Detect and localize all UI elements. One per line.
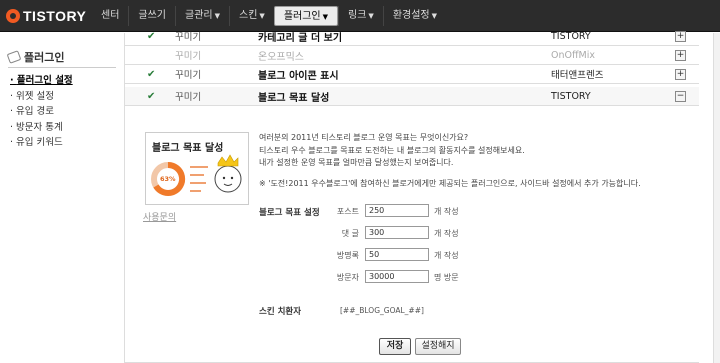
plugin-author: 태터앤프렌즈 xyxy=(551,70,604,81)
enabled-check-icon: ✔ xyxy=(147,68,156,80)
visitors-input[interactable]: 30000 xyxy=(365,270,429,283)
plugin-name: 블로그 목표 달성 xyxy=(258,92,330,104)
plugin-author: TISTORY xyxy=(551,90,591,102)
menu-settings[interactable]: 환경설정 ▼ xyxy=(382,6,446,26)
enabled-check-icon: ✔ xyxy=(147,90,156,102)
menu-label: 글쓰기 xyxy=(138,10,167,21)
sidebar-item-referrers[interactable]: · 유입 경로 xyxy=(10,104,73,120)
plugin-category: 꾸미기 xyxy=(175,70,202,81)
expand-button[interactable]: + xyxy=(675,49,686,61)
skin-tag-label: 스킨 치환자 xyxy=(259,307,302,317)
thumbnail-percent: 63% xyxy=(160,175,176,183)
sidebar-item-keywords[interactable]: · 유입 키워드 xyxy=(10,135,73,151)
sidebar: 플러그인 · 플러그인 설정 · 위젯 설정 · 유입 경로 · 방문자 통계 … xyxy=(0,33,124,363)
plugin-row[interactable]: 꾸미기 온오프믹스 OnOffMix + xyxy=(125,46,699,65)
visitors-label: 방문자 xyxy=(336,273,359,282)
divider xyxy=(8,67,116,68)
plugin-row[interactable]: ✔ 꾸미기 카테고리 글 더 보기 TISTORY + xyxy=(125,27,699,46)
sidebar-item-visitor-stats[interactable]: · 방문자 통계 xyxy=(10,120,73,136)
guestbook-unit: 개 작성 xyxy=(434,251,459,260)
plugin-row[interactable]: ✔ 꾸미기 블로그 아이콘 표시 태터앤프렌즈 + xyxy=(125,65,699,84)
sidebar-title-label: 플러그인 xyxy=(24,51,65,64)
logo-icon xyxy=(6,9,20,23)
menu-post-manage[interactable]: 글관리 ▼ xyxy=(175,6,229,26)
visitors-unit: 명 방문 xyxy=(434,273,459,282)
sidebar-title: 플러그인 xyxy=(6,49,65,65)
enabled-check-icon: ✔ xyxy=(147,30,156,42)
menu-label: 링크 xyxy=(348,10,367,21)
thumbnail-title: 블로그 목표 달성 xyxy=(152,143,224,154)
sidebar-item-label: 플러그인 설정 xyxy=(16,75,73,86)
sidebar-item-widget-settings[interactable]: · 위젯 설정 xyxy=(10,89,73,105)
menu-center[interactable]: 센터 xyxy=(92,6,128,26)
plugin-note: ※ '도전!2011 우수블로그'에 참여하신 블로거에게만 제공되는 플러그인… xyxy=(259,179,641,188)
plugin-name: 온오프믹스 xyxy=(258,51,304,63)
menu-label: 스킨 xyxy=(239,10,258,21)
chevron-down-icon: ▼ xyxy=(322,13,329,21)
menu-skin[interactable]: 스킨 ▼ xyxy=(229,6,274,26)
menu-link[interactable]: 링크 ▼ xyxy=(338,6,383,26)
main-menu: 센터 글쓰기 글관리 ▼ 스킨 ▼ 플러그인 ▼ 링크 ▼ 환경설정 ▼ xyxy=(92,6,446,26)
sidebar-item-plugin-settings[interactable]: · 플러그인 설정 xyxy=(10,73,73,89)
plugin-list: ✔ 꾸미기 카테고리 글 더 보기 TISTORY + 꾸미기 온오프믹스 On… xyxy=(124,30,720,363)
save-button[interactable]: 저장 xyxy=(379,338,411,355)
sidebar-item-label: 유입 키워드 xyxy=(16,137,63,148)
plugin-row-expanded[interactable]: ✔ 꾸미기 블로그 목표 달성 TISTORY − xyxy=(125,87,699,106)
plugin-category: 꾸미기 xyxy=(175,32,202,43)
disable-settings-button[interactable]: 설정해지 xyxy=(415,338,461,355)
goal-settings-label: 블로그 목표 설정 xyxy=(259,208,320,218)
guestbook-label: 방명록 xyxy=(336,251,359,260)
posts-unit: 개 작성 xyxy=(434,207,459,216)
menu-write[interactable]: 글쓰기 xyxy=(128,6,175,26)
chevron-down-icon: ▼ xyxy=(431,12,438,20)
plugin-name: 카테고리 글 더 보기 xyxy=(258,32,343,44)
menu-plugin[interactable]: 플러그인 ▼ xyxy=(273,6,339,26)
comments-label: 댓 글 xyxy=(341,229,359,238)
expand-button[interactable]: + xyxy=(675,68,686,80)
menu-label: 환경설정 xyxy=(392,10,430,21)
sidebar-item-label: 방문자 통계 xyxy=(16,121,63,133)
description-line: 티스토리 우수 블로그를 목표로 도전하는 내 블로그의 활동지수를 설정해보세… xyxy=(259,145,525,155)
plugin-name: 블로그 아이콘 표시 xyxy=(258,70,339,82)
plugin-icon xyxy=(6,50,22,64)
tistory-logo[interactable]: TISTORY xyxy=(6,6,86,26)
menu-label: 플러그인 xyxy=(283,11,321,22)
chevron-down-icon: ▼ xyxy=(368,12,374,20)
plugin-description: 여러분의 2011년 티스토리 블로그 운영 목표는 무엇이신가요? 티스토리 … xyxy=(259,132,689,170)
manual-link[interactable]: 사용문의 xyxy=(143,210,176,223)
sidebar-menu: · 플러그인 설정 · 위젯 설정 · 유입 경로 · 방문자 통계 · 유입 … xyxy=(10,73,73,151)
brand-name: TISTORY xyxy=(23,8,87,24)
chevron-down-icon: ▼ xyxy=(259,12,265,20)
description-line: 내가 설정한 운영 목표를 얼마만큼 달성했는지 보여줍니다. xyxy=(259,158,454,167)
plugin-author: TISTORY xyxy=(551,30,591,42)
plugin-detail-panel: 블로그 목표 달성 63% 사용문의 여러분의 2011년 티스토리 블로그 운… xyxy=(125,132,699,363)
plugin-category: 꾸미기 xyxy=(175,92,202,103)
guestbook-input[interactable]: 50 xyxy=(365,248,429,261)
posts-input[interactable]: 250 xyxy=(365,204,429,217)
skin-tag-value: [##_BLOG_GOAL_##] xyxy=(340,306,424,315)
plugin-author: OnOffMix xyxy=(551,49,595,61)
plugin-category: 꾸미기 xyxy=(175,51,202,62)
plugin-thumbnail: 블로그 목표 달성 63% xyxy=(145,132,249,205)
comments-unit: 개 작성 xyxy=(434,229,459,238)
sidebar-item-label: 유입 경로 xyxy=(16,106,55,117)
chevron-down-icon: ▼ xyxy=(214,12,221,20)
menu-label: 글관리 xyxy=(185,10,213,21)
description-line: 여러분의 2011년 티스토리 블로그 운영 목표는 무엇이신가요? xyxy=(259,133,469,142)
comments-input[interactable]: 300 xyxy=(365,226,429,239)
menu-label: 센터 xyxy=(101,10,120,21)
page-scrollbar[interactable] xyxy=(713,33,720,363)
collapse-button[interactable]: − xyxy=(675,90,686,102)
expand-button[interactable]: + xyxy=(675,30,686,42)
sidebar-item-label: 위젯 설정 xyxy=(16,90,55,102)
posts-label: 포스트 xyxy=(336,207,359,216)
